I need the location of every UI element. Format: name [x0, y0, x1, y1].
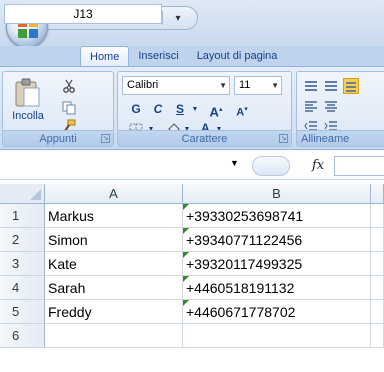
row-header[interactable]: 5 [0, 300, 45, 324]
underline-button[interactable]: S [170, 100, 190, 119]
table-row: 3 Kate +39320117499325 [0, 252, 384, 276]
cell-c3[interactable] [371, 252, 384, 276]
cell-a4[interactable]: Sarah [45, 276, 183, 300]
formula-bar-handle[interactable] [252, 156, 290, 176]
clipboard-group: Incolla Appunti ↘ [2, 71, 114, 147]
insert-function-icon[interactable]: fx [312, 158, 324, 173]
font-name-dropdown[interactable]: Calibri ▼ [122, 76, 230, 95]
cell-b4[interactable]: +4460518191132 [183, 276, 371, 300]
cut-icon[interactable] [61, 78, 77, 94]
clipboard-group-label: Appunti [3, 130, 113, 146]
cell-b1[interactable]: +39330253698741 [183, 204, 371, 228]
cell-c5[interactable] [371, 300, 384, 324]
cell-b5-value: +4460671778702 [186, 304, 296, 320]
align-left-icon[interactable] [303, 98, 319, 114]
ribbon-tabs: Home Inserisci Layout di pagina [80, 46, 286, 66]
alignment-group-label: Allineame [297, 130, 384, 146]
ribbon: Incolla Appunti ↘ Calibri ▼ 11 ▼ G C S ▼… [0, 66, 384, 150]
row-header[interactable]: 6 [0, 324, 45, 348]
number-as-text-indicator-icon [183, 204, 189, 210]
font-group: Calibri ▼ 11 ▼ G C S ▼ A▴ A▾ ▼ ▼ A ▼ Car… [117, 71, 292, 147]
align-top-icon[interactable] [303, 78, 319, 94]
bold-button[interactable]: G [126, 100, 146, 119]
row-header[interactable]: 2 [0, 228, 45, 252]
cell-c6[interactable] [371, 324, 384, 348]
number-as-text-indicator-icon [183, 228, 189, 234]
select-all-button[interactable] [0, 184, 45, 204]
cell-c1[interactable] [371, 204, 384, 228]
cell-b1-value: +39330253698741 [186, 208, 304, 224]
formula-input[interactable] [334, 156, 384, 176]
customize-icon[interactable]: ▾ [169, 9, 187, 27]
number-as-text-indicator-icon [183, 252, 189, 258]
font-size-dropdown[interactable]: 11 ▼ [234, 76, 282, 95]
select-all-triangle-icon [30, 189, 41, 200]
qat-separator [162, 11, 163, 25]
font-launcher-icon[interactable]: ↘ [279, 134, 288, 143]
table-row: 5 Freddy +4460671778702 [0, 300, 384, 324]
cell-a2[interactable]: Simon [45, 228, 183, 252]
align-bottom-icon[interactable] [343, 78, 359, 94]
number-as-text-indicator-icon [183, 276, 189, 282]
table-row: 6 [0, 324, 384, 348]
cell-b3[interactable]: +39320117499325 [183, 252, 371, 276]
column-header-b[interactable]: B [183, 184, 371, 204]
cell-c4[interactable] [371, 276, 384, 300]
clipboard-launcher-icon[interactable]: ↘ [101, 134, 110, 143]
paste-icon[interactable] [13, 78, 41, 108]
tab-home[interactable]: Home [80, 46, 130, 66]
italic-button[interactable]: C [148, 100, 168, 119]
cell-b5[interactable]: +4460671778702 [183, 300, 371, 324]
table-row: 1 Markus +39330253698741 [0, 204, 384, 228]
number-as-text-indicator-icon [183, 300, 189, 306]
underline-dropdown-icon[interactable]: ▼ [190, 100, 200, 119]
cell-b3-value: +39320117499325 [186, 256, 303, 272]
alignment-group: Allineame [296, 71, 384, 147]
name-box-dropdown-icon[interactable]: ▼ [230, 158, 239, 168]
shrink-font-icon[interactable]: A▾ [232, 100, 252, 119]
tab-inserisci[interactable]: Inserisci [129, 46, 187, 66]
cell-a5[interactable]: Freddy [45, 300, 183, 324]
paste-button-label[interactable]: Incolla [3, 110, 53, 122]
chevron-down-icon: ▼ [219, 81, 227, 90]
cell-b4-value: +4460518191132 [186, 280, 295, 296]
grow-font-icon[interactable]: A▴ [206, 100, 226, 119]
font-size-value: 11 [239, 79, 251, 91]
cell-b2-value: +39340771122456 [186, 232, 303, 248]
font-group-label: Carattere [118, 130, 291, 146]
tab-layout-di-pagina[interactable]: Layout di pagina [188, 46, 287, 66]
font-name-value: Calibri [127, 79, 159, 91]
cell-b6[interactable] [183, 324, 371, 348]
chevron-down-icon: ▼ [271, 81, 279, 90]
cell-a6[interactable] [45, 324, 183, 348]
cell-a1[interactable]: Markus [45, 204, 183, 228]
align-center-icon[interactable] [323, 98, 339, 114]
column-header-c[interactable] [371, 184, 384, 204]
cell-b2[interactable]: +39340771122456 [183, 228, 371, 252]
formula-bar [0, 152, 384, 180]
table-row: 2 Simon +39340771122456 [0, 228, 384, 252]
name-box[interactable]: J13 [4, 4, 162, 24]
cell-a3[interactable]: Kate [45, 252, 183, 276]
cell-c2[interactable] [371, 228, 384, 252]
align-middle-icon[interactable] [323, 78, 339, 94]
copy-icon[interactable] [61, 100, 77, 116]
row-header[interactable]: 3 [0, 252, 45, 276]
row-header[interactable]: 4 [0, 276, 45, 300]
column-header-a[interactable]: A [45, 184, 183, 204]
row-header[interactable]: 1 [0, 204, 45, 228]
worksheet-grid: A B 1 Markus +39330253698741 2 Simon +39… [0, 184, 384, 372]
table-row: 4 Sarah +4460518191132 [0, 276, 384, 300]
